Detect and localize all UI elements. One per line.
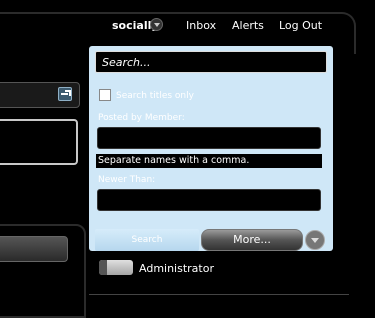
external-link-icon[interactable]	[58, 87, 72, 101]
background-textbox[interactable]	[0, 119, 78, 165]
chevron-down-icon[interactable]	[305, 230, 325, 250]
search-input[interactable]	[95, 51, 327, 73]
chevron-down-icon[interactable]	[150, 18, 163, 31]
top-navigation: socially Inbox Alerts Log Out	[0, 0, 375, 54]
search-titles-only-label: Search titles only	[116, 91, 194, 101]
member-names-hint: Separate names with a comma.	[96, 154, 322, 168]
newer-than-label: Newer Than:	[98, 175, 156, 185]
more-options-button[interactable]: More...	[201, 229, 303, 251]
administrator-label: Administrator	[139, 262, 214, 275]
newer-than-field[interactable]	[97, 189, 321, 211]
divider	[89, 294, 349, 295]
administrator-toggle[interactable]	[99, 260, 133, 275]
posted-by-member-field[interactable]	[97, 127, 321, 149]
posted-by-member-label: Posted by Member:	[98, 113, 185, 123]
search-titles-only-checkbox[interactable]	[99, 89, 111, 101]
background-button[interactable]	[0, 236, 68, 262]
nav-inbox-link[interactable]: Inbox	[186, 19, 216, 32]
nav-alerts-link[interactable]: Alerts	[232, 19, 264, 32]
nav-logout-link[interactable]: Log Out	[279, 19, 322, 32]
search-button[interactable]: Search	[95, 229, 199, 251]
